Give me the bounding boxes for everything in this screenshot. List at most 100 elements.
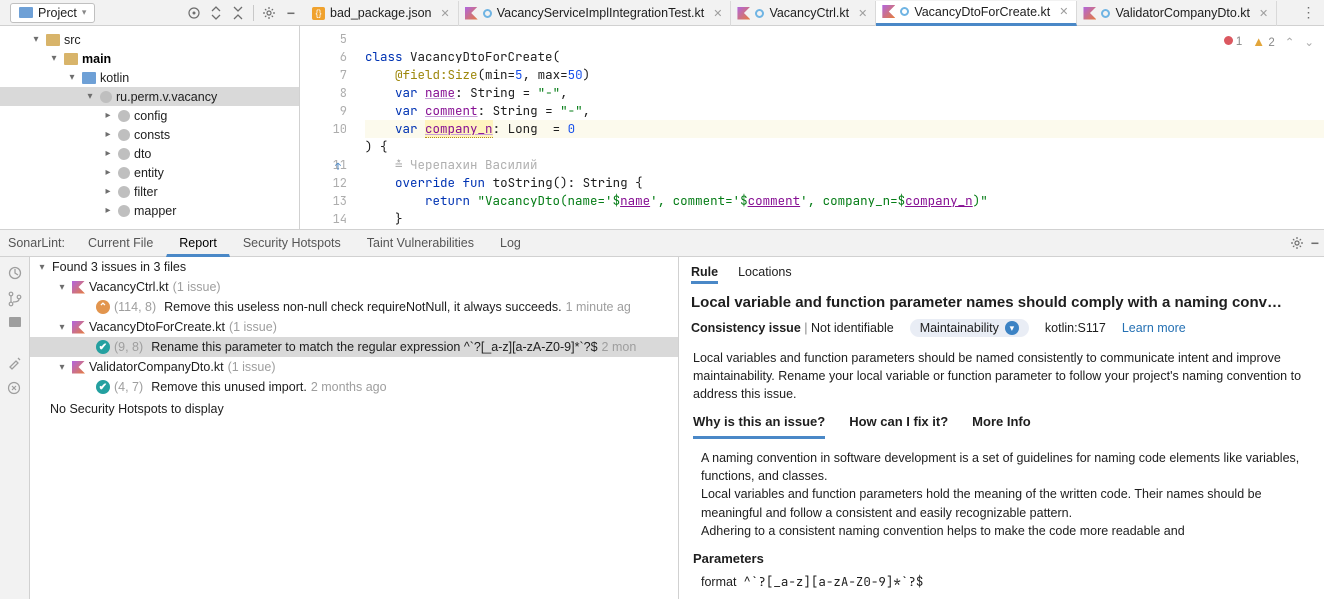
tree-node-package[interactable]: ▾ ru.perm.v.vacancy: [0, 87, 299, 106]
panel-settings-icon[interactable]: [1288, 234, 1306, 252]
close-icon[interactable]: ✕: [1259, 7, 1268, 20]
expand-all-icon[interactable]: [207, 4, 225, 22]
rule-panel: Rule Locations Local variable and functio…: [678, 257, 1324, 599]
code-editor[interactable]: 1 ▲ 2 ⌃ ⌄ 567891011↑121314 class Vacancy…: [300, 26, 1324, 229]
folder-icon: [64, 53, 78, 65]
stripe-analyze-icon[interactable]: [7, 265, 23, 281]
package-icon: [118, 110, 130, 122]
tree-node-package[interactable]: ▸consts: [0, 125, 299, 144]
project-selector[interactable]: Project ▾: [10, 3, 95, 23]
tree-node-package[interactable]: ▸filter: [0, 182, 299, 201]
package-icon: [118, 167, 130, 179]
tree-node-kotlin[interactable]: ▾ kotlin: [0, 68, 299, 87]
source-folder-icon: [82, 72, 96, 84]
gutter: 567891011↑121314: [300, 26, 355, 229]
editor-tab[interactable]: VacancyServiceImplIntegrationTest.kt✕: [459, 1, 732, 26]
bottom-tab[interactable]: Security Hotspots: [230, 231, 354, 255]
project-icon: [19, 7, 33, 18]
close-icon[interactable]: ✕: [440, 7, 449, 20]
bottom-tab[interactable]: Current File: [75, 231, 166, 255]
rule-meta: Consistency issue | Not identifiable Mai…: [679, 315, 1324, 345]
rule-tab[interactable]: Locations: [738, 263, 792, 284]
chevron-down-icon: ▾: [82, 7, 87, 18]
chevron-down-icon: ▾: [1005, 321, 1019, 335]
hotspots-empty: No Security Hotspots to display: [30, 399, 678, 419]
package-icon: [118, 205, 130, 217]
issue-row[interactable]: ✔ (4, 7)Remove this unused import. 2 mon…: [30, 377, 678, 397]
issue-file-row[interactable]: ▾ VacancyCtrl.kt (1 issue): [30, 277, 678, 297]
tree-node-package[interactable]: ▸dto: [0, 144, 299, 163]
issue-row[interactable]: ✔ (9, 8)Rename this parameter to match t…: [30, 337, 678, 357]
issue-row[interactable]: ⌃ (114, 8)Remove this useless non-null c…: [30, 297, 678, 317]
kotlin-file-icon: [737, 7, 750, 20]
project-tree[interactable]: ▾ src ▾ main ▾ kotlin ▾ ru.perm.v.vacanc…: [0, 26, 300, 229]
rule-inner-tab[interactable]: How can I fix it?: [849, 413, 948, 439]
next-highlight-icon[interactable]: ⌄: [1304, 35, 1314, 49]
ring-icon: [900, 7, 909, 16]
warning-icon: ▲: [1252, 34, 1265, 49]
stripe-tools-icon[interactable]: [7, 355, 23, 371]
stripe-filter-icon[interactable]: [9, 317, 21, 327]
rule-title: Local variable and function parameter na…: [679, 290, 1324, 315]
tree-node-package[interactable]: ▸config: [0, 106, 299, 125]
toolbar-divider: [253, 5, 254, 21]
folder-icon: [46, 34, 60, 46]
package-icon: [118, 186, 130, 198]
sonarlint-title: SonarLint:: [8, 236, 65, 250]
issue-file-row[interactable]: ▾ VacancyDtoForCreate.kt (1 issue): [30, 317, 678, 337]
rule-inner-tab[interactable]: More Info: [972, 413, 1031, 439]
json-file-icon: {}: [312, 7, 325, 20]
editor-tab[interactable]: VacancyCtrl.kt✕: [731, 1, 876, 26]
issues-summary[interactable]: ▾Found 3 issues in 3 files: [30, 257, 678, 277]
kotlin-file-icon: [882, 5, 895, 18]
code-area[interactable]: class VacancyDtoForCreate( @field:Size(m…: [355, 26, 1324, 229]
rule-body[interactable]: Local variables and function parameters …: [679, 345, 1324, 599]
ring-icon: [1101, 9, 1110, 18]
tree-node-package[interactable]: ▸mapper: [0, 201, 299, 220]
settings-gear-icon[interactable]: [260, 4, 278, 22]
package-icon: [118, 129, 130, 141]
bottom-tab[interactable]: Log: [487, 231, 534, 255]
close-icon[interactable]: ✕: [858, 7, 867, 20]
rule-tab[interactable]: Rule: [691, 263, 718, 284]
rule-id: kotlin:S117: [1045, 321, 1106, 335]
editor-tabs: {}bad_package.json✕VacancyServiceImplInt…: [306, 0, 1294, 26]
stripe-branch-icon[interactable]: [7, 291, 23, 307]
bottom-tab[interactable]: Taint Vulnerabilities: [354, 231, 487, 255]
close-icon[interactable]: ✕: [1059, 5, 1068, 18]
package-icon: [118, 148, 130, 160]
ring-icon: [755, 9, 764, 18]
tree-node-src[interactable]: ▾ src: [0, 30, 299, 49]
bottom-tabs: SonarLint: Current FileReportSecurity Ho…: [0, 230, 1324, 256]
collapse-all-icon[interactable]: [229, 4, 247, 22]
editor-tab[interactable]: ValidatorCompanyDto.kt✕: [1077, 1, 1277, 26]
hide-panel-icon[interactable]: −: [282, 4, 300, 22]
close-icon[interactable]: ✕: [713, 7, 722, 20]
issues-tree[interactable]: ▾Found 3 issues in 3 files ▾ VacancyCtrl…: [30, 257, 678, 599]
kotlin-file-icon: [1083, 7, 1096, 20]
rule-inner-tab[interactable]: Why is this an issue?: [693, 413, 825, 439]
error-icon: [1224, 36, 1233, 45]
prev-highlight-icon[interactable]: ⌃: [1285, 35, 1295, 49]
bottom-tab[interactable]: Report: [166, 231, 230, 257]
editor-tab[interactable]: VacancyDtoForCreate.kt✕: [876, 1, 1077, 26]
tab-overflow-icon[interactable]: ⋮: [1300, 4, 1318, 22]
locate-icon[interactable]: [185, 4, 203, 22]
issues-action-stripe: [0, 257, 30, 599]
issue-badge-icon: ⌃: [96, 300, 110, 314]
rule-description: Local variables and function parameters …: [693, 349, 1310, 403]
inspection-marks[interactable]: 1 ▲ 2 ⌃ ⌄: [1224, 34, 1314, 49]
learn-more-link[interactable]: Learn more: [1122, 321, 1186, 335]
kotlin-file-icon: [72, 361, 85, 374]
panel-hide-icon[interactable]: −: [1306, 234, 1324, 252]
editor-tab[interactable]: {}bad_package.json✕: [306, 1, 459, 26]
issue-file-row[interactable]: ▾ ValidatorCompanyDto.kt (1 issue): [30, 357, 678, 377]
rule-tabs: Rule Locations: [679, 257, 1324, 290]
stripe-close-icon[interactable]: [7, 381, 23, 397]
tree-node-package[interactable]: ▸entity: [0, 163, 299, 182]
maintainability-pill[interactable]: Maintainability ▾: [910, 319, 1029, 337]
top-toolbar: Project ▾ − {}bad_package.json✕VacancySe…: [0, 0, 1324, 26]
rule-inner-tabs: Why is this an issue? How can I fix it? Mo…: [693, 413, 1310, 439]
tree-node-main[interactable]: ▾ main: [0, 49, 299, 68]
kotlin-file-icon: [72, 281, 85, 294]
